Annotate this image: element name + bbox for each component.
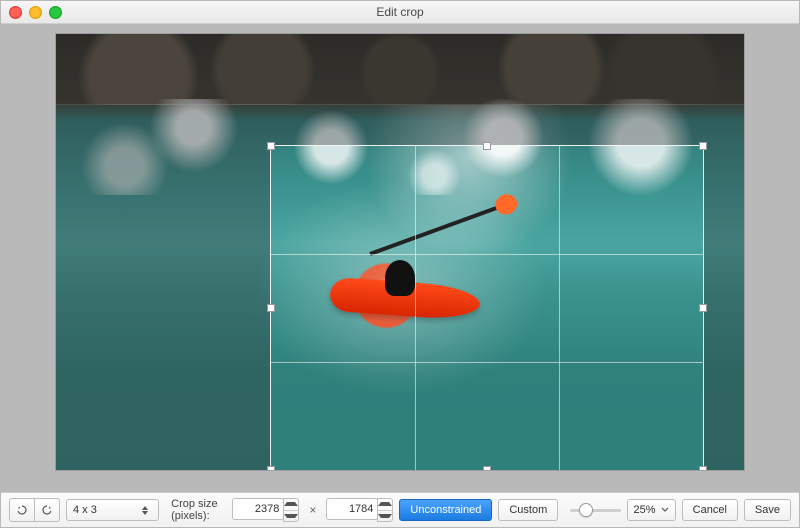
- zoom-level-select[interactable]: 25%: [627, 499, 676, 521]
- crop-handle-top-left[interactable]: [267, 142, 275, 150]
- crop-height-step-down[interactable]: [378, 510, 392, 522]
- crop-rectangle[interactable]: [271, 146, 703, 470]
- titlebar: Edit crop: [1, 1, 799, 24]
- crop-width-step-up[interactable]: [284, 499, 298, 510]
- cancel-button[interactable]: Cancel: [682, 499, 738, 521]
- save-button-label: Save: [755, 504, 780, 516]
- zoom-slider-thumb[interactable]: [579, 503, 593, 517]
- zoom-slider-track: [570, 509, 620, 512]
- crop-height-field[interactable]: 1784: [326, 498, 378, 520]
- crop-handle-bottom[interactable]: [483, 466, 491, 470]
- crop-handle-top[interactable]: [483, 142, 491, 150]
- custom-constraint-button[interactable]: Custom: [498, 499, 558, 521]
- cancel-button-label: Cancel: [693, 504, 727, 516]
- zoom-level-value: 25%: [634, 504, 656, 516]
- crop-width-step-down[interactable]: [284, 510, 298, 522]
- aspect-ratio-value: 4 x 3: [73, 504, 97, 516]
- crop-mask-right: [703, 146, 744, 470]
- zoom-slider[interactable]: [570, 502, 620, 518]
- crop-handle-bottom-left[interactable]: [267, 466, 275, 470]
- crop-grid-v1: [415, 146, 416, 470]
- up-down-chevron-icon: [138, 506, 152, 515]
- undo-icon: [16, 504, 28, 516]
- redo-icon: [41, 504, 53, 516]
- dimension-separator: ×: [305, 503, 320, 517]
- crop-mask-top: [56, 34, 744, 146]
- crop-height-stepper[interactable]: [377, 498, 393, 522]
- crop-size-label: Crop size (pixels):: [171, 498, 226, 522]
- crop-width-stepper[interactable]: [283, 498, 299, 522]
- crop-handle-left[interactable]: [267, 304, 275, 312]
- window-title: Edit crop: [1, 5, 799, 19]
- crop-grid-v2: [559, 146, 560, 470]
- undo-redo-group: [9, 498, 60, 522]
- crop-handle-bottom-right[interactable]: [699, 466, 707, 470]
- crop-handle-top-right[interactable]: [699, 142, 707, 150]
- crop-mask-left: [56, 146, 271, 470]
- constraint-mode-button[interactable]: Unconstrained: [399, 499, 492, 521]
- crop-grid-h2: [271, 362, 703, 363]
- crop-handle-right[interactable]: [699, 304, 707, 312]
- redo-button[interactable]: [34, 498, 60, 522]
- image-preview[interactable]: [56, 34, 744, 470]
- undo-button[interactable]: [9, 498, 35, 522]
- toolbar: 4 x 3 Crop size (pixels): 2378 × 1784 Un…: [1, 492, 799, 527]
- aspect-ratio-select[interactable]: 4 x 3: [66, 499, 159, 521]
- down-chevron-icon: [661, 506, 669, 514]
- constraint-mode-label: Unconstrained: [410, 504, 481, 516]
- custom-constraint-label: Custom: [509, 504, 547, 516]
- window-frame: Edit crop: [0, 0, 800, 528]
- crop-width-field[interactable]: 2378: [232, 498, 284, 520]
- crop-height-step-up[interactable]: [378, 499, 392, 510]
- crop-grid-h1: [271, 254, 703, 255]
- save-button[interactable]: Save: [744, 499, 791, 521]
- canvas-area[interactable]: [1, 24, 799, 492]
